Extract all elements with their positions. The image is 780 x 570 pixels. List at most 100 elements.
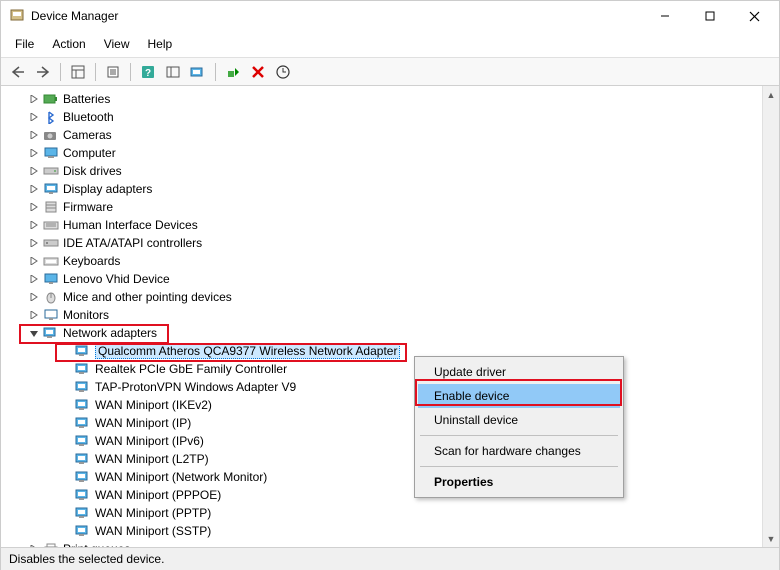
- expand-icon[interactable]: [27, 110, 41, 124]
- tree-node-wan_nm[interactable]: WAN Miniport (Network Monitor): [3, 468, 777, 486]
- cm-uninstall-device[interactable]: Uninstall device: [418, 408, 620, 432]
- tree-label: Monitors: [63, 308, 109, 322]
- tree-node-hid[interactable]: Human Interface Devices: [3, 216, 777, 234]
- menu-file[interactable]: File: [7, 33, 42, 55]
- tree-label: Disk drives: [63, 164, 122, 178]
- collapse-icon[interactable]: [27, 326, 41, 340]
- tree-node-disk_drives[interactable]: Disk drives: [3, 162, 777, 180]
- tree-container: Batteries Bluetooth Cameras Computer Disk dr…: [1, 86, 779, 548]
- tree-node-firmware[interactable]: Firmware: [3, 198, 777, 216]
- scan-hardware-button[interactable]: [187, 61, 209, 83]
- tree-node-wan_pppoe[interactable]: WAN Miniport (PPPOE): [3, 486, 777, 504]
- tree-label: Computer: [63, 146, 116, 160]
- tree-node-cameras[interactable]: Cameras: [3, 126, 777, 144]
- monitor-icon: [43, 307, 59, 323]
- app-icon: [9, 8, 25, 24]
- expand-icon[interactable]: [27, 164, 41, 178]
- tree-node-keyboards[interactable]: Keyboards: [3, 252, 777, 270]
- tree-node-realtek[interactable]: Realtek PCIe GbE Family Controller: [3, 360, 777, 378]
- tree-node-tap[interactable]: TAP-ProtonVPN Windows Adapter V9: [3, 378, 777, 396]
- menubar: File Action View Help: [1, 31, 779, 58]
- tree-label: Cameras: [63, 128, 112, 142]
- tree-label: WAN Miniport (Network Monitor): [95, 470, 267, 484]
- forward-button[interactable]: [32, 61, 54, 83]
- toolbar-separator: [60, 63, 61, 81]
- status-text: Disables the selected device.: [9, 552, 164, 566]
- cm-update-driver[interactable]: Update driver: [418, 360, 620, 384]
- tree-node-computer[interactable]: Computer: [3, 144, 777, 162]
- tree-label: Realtek PCIe GbE Family Controller: [95, 362, 287, 376]
- cm-enable-device[interactable]: Enable device: [418, 384, 620, 408]
- expand-icon[interactable]: [27, 272, 41, 286]
- tree-node-batteries[interactable]: Batteries: [3, 90, 777, 108]
- tree-node-wan_sstp[interactable]: WAN Miniport (SSTP): [3, 522, 777, 540]
- tree-node-wan_ip[interactable]: WAN Miniport (IP): [3, 414, 777, 432]
- uninstall-button[interactable]: [247, 61, 269, 83]
- tree-node-wan_ipv6[interactable]: WAN Miniport (IPv6): [3, 432, 777, 450]
- expand-icon[interactable]: [27, 290, 41, 304]
- help-button[interactable]: ?: [137, 61, 159, 83]
- ide-icon: [43, 235, 59, 251]
- tree-label: Bluetooth: [63, 110, 114, 124]
- tree-node-qualcomm[interactable]: Qualcomm Atheros QCA9377 Wireless Networ…: [3, 342, 777, 360]
- show-hide-console-button[interactable]: [67, 61, 89, 83]
- expand-icon[interactable]: [27, 236, 41, 250]
- expand-icon[interactable]: [27, 146, 41, 160]
- tree-label: Print queues: [63, 542, 130, 547]
- expand-icon[interactable]: [27, 218, 41, 232]
- toolbar-separator: [130, 63, 131, 81]
- cm-scan-hardware[interactable]: Scan for hardware changes: [418, 439, 620, 463]
- tree-node-wan_pptp[interactable]: WAN Miniport (PPTP): [3, 504, 777, 522]
- tree-node-wan_ikev2[interactable]: WAN Miniport (IKEv2): [3, 396, 777, 414]
- camera-icon: [43, 127, 59, 143]
- back-button[interactable]: [7, 61, 29, 83]
- scroll-up-arrow[interactable]: ▲: [763, 86, 779, 103]
- tree-label: WAN Miniport (PPTP): [95, 506, 211, 520]
- tree-node-monitors[interactable]: Monitors: [3, 306, 777, 324]
- properties-button[interactable]: [102, 61, 124, 83]
- network-adapter-icon: [75, 379, 91, 395]
- tree-label: WAN Miniport (IPv6): [95, 434, 204, 448]
- minimize-button[interactable]: [642, 2, 687, 30]
- window-controls: [642, 2, 777, 30]
- tree-node-network_adapters[interactable]: Network adapters: [3, 324, 777, 342]
- tree-node-ide[interactable]: IDE ATA/ATAPI controllers: [3, 234, 777, 252]
- menu-action[interactable]: Action: [44, 33, 93, 55]
- device-tree[interactable]: Batteries Bluetooth Cameras Computer Disk dr…: [1, 86, 779, 547]
- tree-node-lenovo_vhid[interactable]: Lenovo Vhid Device: [3, 270, 777, 288]
- tree-label: Firmware: [63, 200, 113, 214]
- update-driver-button[interactable]: [272, 61, 294, 83]
- action-button[interactable]: [162, 61, 184, 83]
- enable-device-button[interactable]: [222, 61, 244, 83]
- cm-properties[interactable]: Properties: [418, 470, 620, 494]
- tree-label: WAN Miniport (SSTP): [95, 524, 211, 538]
- expand-icon[interactable]: [27, 128, 41, 142]
- network-icon: [43, 325, 59, 341]
- expand-icon[interactable]: [27, 254, 41, 268]
- tree-node-bluetooth[interactable]: Bluetooth: [3, 108, 777, 126]
- vertical-scrollbar[interactable]: ▲ ▼: [762, 86, 779, 547]
- lenovo-icon: [43, 271, 59, 287]
- tree-label: Lenovo Vhid Device: [63, 272, 170, 286]
- tree-label: Batteries: [63, 92, 110, 106]
- expand-icon[interactable]: [27, 92, 41, 106]
- menu-help[interactable]: Help: [140, 33, 181, 55]
- context-menu: Update driver Enable device Uninstall de…: [414, 356, 624, 498]
- tree-node-print_queues[interactable]: Print queues: [3, 540, 777, 547]
- expand-icon[interactable]: [27, 182, 41, 196]
- toolbar-separator: [95, 63, 96, 81]
- hid-icon: [43, 217, 59, 233]
- expand-icon[interactable]: [27, 542, 41, 547]
- tree-node-mice[interactable]: Mice and other pointing devices: [3, 288, 777, 306]
- close-button[interactable]: [732, 2, 777, 30]
- scroll-down-arrow[interactable]: ▼: [763, 530, 779, 547]
- tree-label: Network adapters: [63, 326, 157, 340]
- battery-icon: [43, 91, 59, 107]
- menu-view[interactable]: View: [96, 33, 138, 55]
- tree-node-display_adapters[interactable]: Display adapters: [3, 180, 777, 198]
- expand-icon[interactable]: [27, 200, 41, 214]
- expand-icon[interactable]: [27, 308, 41, 322]
- tree-label: Qualcomm Atheros QCA9377 Wireless Networ…: [95, 343, 400, 359]
- tree-node-wan_l2tp[interactable]: WAN Miniport (L2TP): [3, 450, 777, 468]
- maximize-button[interactable]: [687, 2, 732, 30]
